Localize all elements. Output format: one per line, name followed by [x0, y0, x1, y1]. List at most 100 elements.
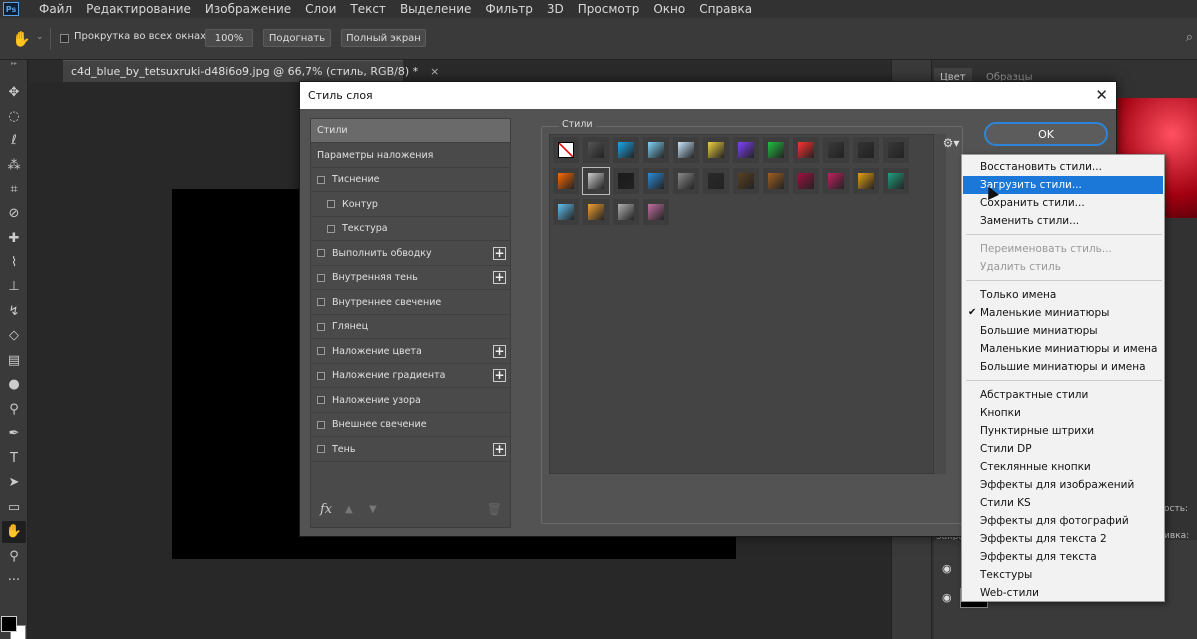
- add-effect-icon[interactable]: +: [493, 442, 506, 456]
- fill-screen-button[interactable]: Полный экран: [341, 29, 426, 47]
- style-swatch[interactable]: [763, 137, 789, 163]
- context-menu-item[interactable]: Web-стили: [963, 584, 1163, 602]
- style-option-row[interactable]: Текстура: [311, 217, 510, 241]
- style-option-checkbox[interactable]: [317, 371, 325, 380]
- style-swatch[interactable]: [853, 137, 879, 163]
- style-swatch[interactable]: [793, 168, 819, 194]
- style-option-checkbox[interactable]: [317, 347, 325, 355]
- style-swatch[interactable]: [703, 168, 729, 194]
- lasso-tool-icon[interactable]: ℓ: [2, 130, 26, 152]
- menu-window[interactable]: Окно: [646, 0, 692, 18]
- menu-layers[interactable]: Слои: [298, 0, 343, 18]
- context-menu-item[interactable]: Восстановить стили...: [963, 158, 1163, 176]
- zoom-tool-icon[interactable]: ⚲: [2, 546, 26, 568]
- style-swatch[interactable]: [583, 137, 609, 163]
- style-option-row[interactable]: Наложение градиента +: [311, 364, 510, 388]
- ok-button[interactable]: OK: [984, 122, 1108, 146]
- context-menu-item[interactable]: Эффекты для текста: [963, 548, 1163, 566]
- style-option-row[interactable]: Внешнее свечение: [311, 413, 510, 437]
- move-tool-icon[interactable]: ✥: [2, 82, 26, 104]
- style-option-checkbox[interactable]: [317, 420, 325, 429]
- style-option-row[interactable]: Глянец: [311, 315, 510, 339]
- eye-icon[interactable]: ◉: [942, 591, 952, 604]
- menu-help[interactable]: Справка: [692, 0, 759, 18]
- search-icon[interactable]: ⌕: [1186, 30, 1193, 45]
- styles-scrollbar[interactable]: [934, 134, 946, 474]
- dodge-tool-icon[interactable]: ⚲: [2, 399, 26, 421]
- add-effect-icon[interactable]: +: [493, 246, 506, 260]
- context-menu-item[interactable]: ✔ Маленькие миниатюры: [963, 304, 1163, 322]
- marquee-tool-icon[interactable]: ◌: [2, 106, 26, 128]
- eye-icon[interactable]: ◉: [942, 562, 952, 575]
- style-option-checkbox[interactable]: [317, 396, 325, 404]
- style-swatch[interactable]: [613, 199, 639, 225]
- close-icon[interactable]: ✕: [1095, 86, 1108, 104]
- menu-file[interactable]: Файл: [19, 0, 79, 18]
- menu-type[interactable]: Текст: [343, 0, 393, 18]
- style-option-checkbox[interactable]: [317, 273, 325, 282]
- style-option-checkbox[interactable]: [327, 224, 335, 233]
- gradient-tool-icon[interactable]: ▤: [2, 350, 26, 372]
- collapse-icon[interactable]: ▸▸: [0, 60, 28, 68]
- style-option-checkbox[interactable]: [317, 175, 325, 184]
- close-icon[interactable]: ×: [430, 65, 439, 78]
- document-tab[interactable]: c4d_blue_by_tetsuxruki-d48i6o9.jpg @ 66,…: [63, 60, 439, 82]
- context-menu-item[interactable]: Большие миниатюры и имена: [963, 358, 1163, 376]
- gear-icon[interactable]: ⚙▾: [941, 136, 961, 152]
- chevron-down-icon[interactable]: ⌄: [36, 32, 44, 42]
- eraser-tool-icon[interactable]: ◇: [2, 325, 26, 347]
- add-effect-icon[interactable]: +: [493, 369, 506, 382]
- foreground-color-swatch[interactable]: [1, 616, 17, 632]
- context-menu-item[interactable]: Пунктирные штрихи: [963, 422, 1163, 440]
- style-swatch[interactable]: [853, 168, 879, 194]
- path-selection-tool-icon[interactable]: ➤: [2, 472, 26, 494]
- history-brush-tool-icon[interactable]: ↯: [2, 301, 26, 323]
- style-option-row[interactable]: Параметры наложения: [311, 144, 510, 168]
- style-swatch[interactable]: [613, 168, 639, 194]
- scroll-all-checkbox[interactable]: [60, 34, 69, 43]
- rectangle-tool-icon[interactable]: ▭: [2, 497, 26, 519]
- style-swatch[interactable]: [883, 168, 909, 194]
- zoom-100-button[interactable]: 100%: [205, 29, 253, 47]
- style-option-row[interactable]: Наложение цвета +: [311, 340, 510, 364]
- blur-tool-icon[interactable]: ●: [2, 374, 26, 396]
- context-menu-item[interactable]: Абстрактные стили: [963, 386, 1163, 404]
- style-swatch[interactable]: [673, 137, 699, 163]
- fit-screen-button[interactable]: Подогнать: [263, 29, 331, 47]
- style-swatch[interactable]: [553, 168, 579, 194]
- style-option-checkbox[interactable]: [317, 249, 325, 257]
- hand-icon[interactable]: ✋: [12, 30, 32, 48]
- style-swatch[interactable]: [643, 168, 669, 194]
- add-effect-icon[interactable]: +: [493, 271, 506, 284]
- style-swatch[interactable]: [553, 137, 579, 163]
- pen-tool-icon[interactable]: ✒: [2, 423, 26, 445]
- context-menu-item[interactable]: Стили KS: [963, 494, 1163, 512]
- style-option-row[interactable]: Наложение узора: [311, 389, 510, 413]
- more-tools-icon[interactable]: ···: [2, 570, 26, 592]
- style-swatch[interactable]: [703, 137, 729, 163]
- style-option-checkbox[interactable]: [317, 445, 325, 453]
- style-option-row[interactable]: Стили: [311, 119, 510, 143]
- style-swatch[interactable]: [553, 199, 579, 225]
- context-menu-item[interactable]: Большие миниатюры: [963, 322, 1163, 340]
- clone-stamp-tool-icon[interactable]: ⊥: [2, 276, 26, 298]
- crop-tool-icon[interactable]: ⌗: [2, 179, 26, 201]
- hand-tool-icon[interactable]: ✋: [2, 521, 26, 543]
- style-swatch[interactable]: [793, 137, 819, 163]
- add-effect-icon[interactable]: +: [493, 344, 506, 358]
- magic-wand-tool-icon[interactable]: ⁂: [2, 155, 26, 177]
- context-menu-item[interactable]: Текстуры: [963, 566, 1163, 584]
- style-swatch[interactable]: [613, 137, 639, 163]
- style-option-row[interactable]: Внутренняя тень +: [311, 266, 510, 290]
- style-swatch[interactable]: [823, 137, 849, 163]
- eyedropper-tool-icon[interactable]: ⊘: [2, 203, 26, 225]
- style-swatch[interactable]: [673, 168, 699, 194]
- style-swatch[interactable]: [583, 199, 609, 225]
- menu-view[interactable]: Просмотр: [571, 0, 647, 18]
- menu-filter[interactable]: Фильтр: [478, 0, 539, 18]
- style-swatch[interactable]: [733, 168, 759, 194]
- menu-3d[interactable]: 3D: [540, 0, 571, 18]
- style-swatch[interactable]: [823, 168, 849, 194]
- style-swatch[interactable]: [733, 137, 759, 163]
- menu-edit[interactable]: Редактирование: [79, 0, 198, 18]
